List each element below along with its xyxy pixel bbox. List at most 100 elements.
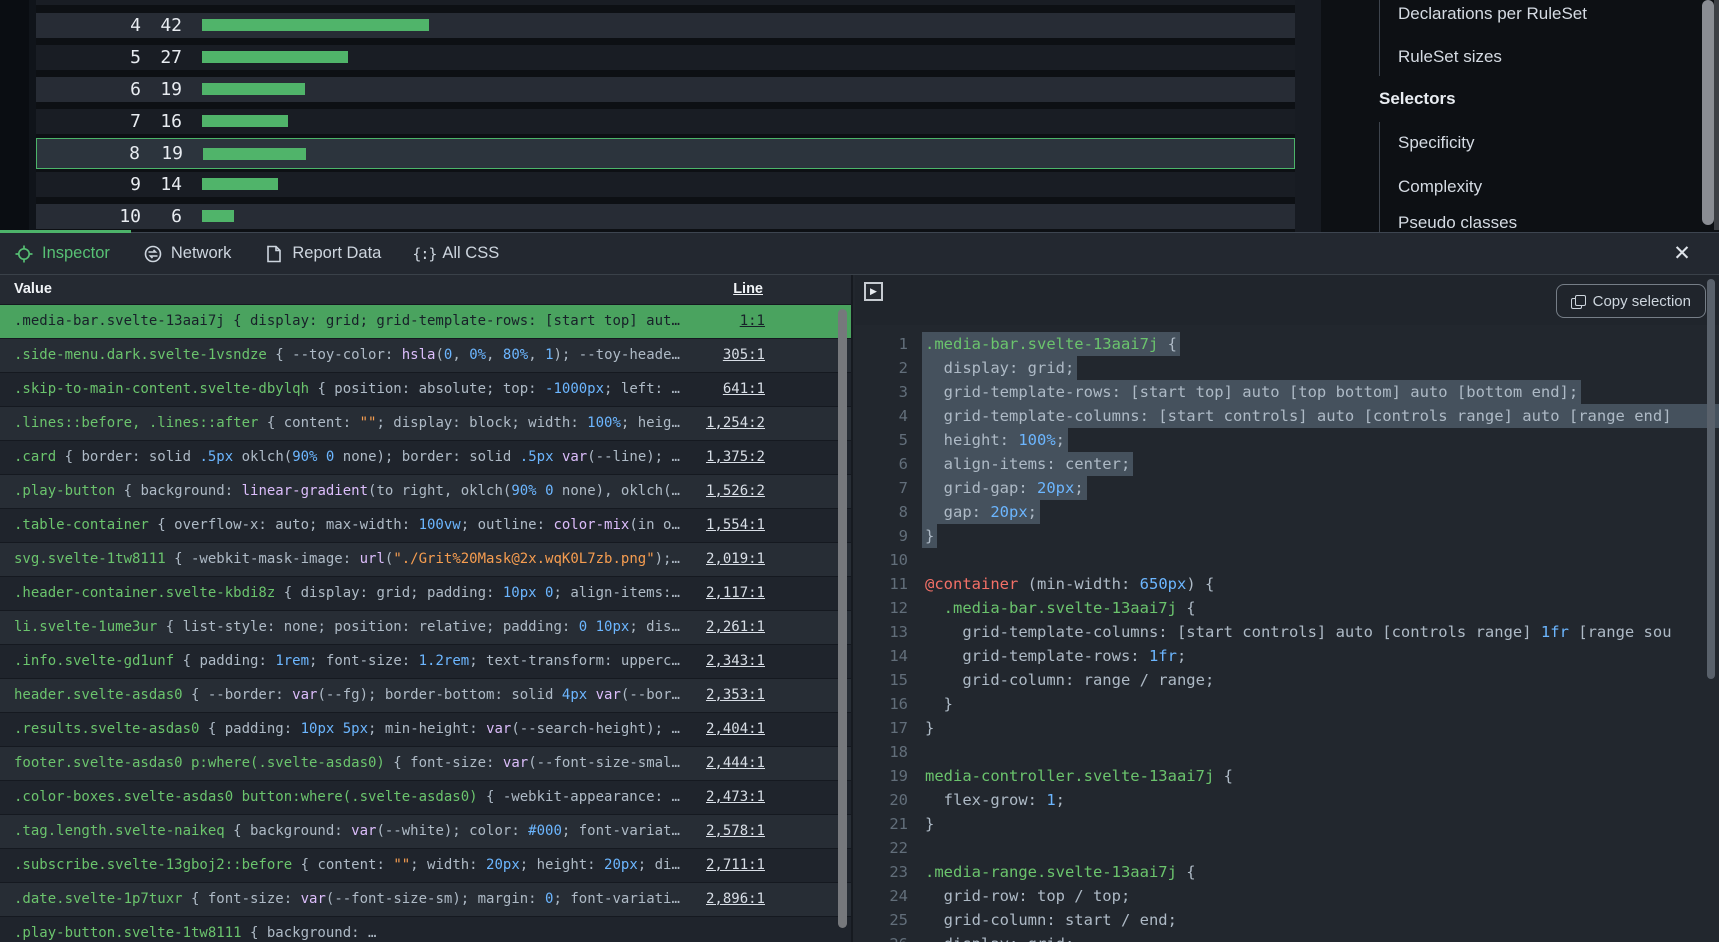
- code-token: .subscribe.svelte-13gboj2::before: [14, 857, 292, 873]
- table-row[interactable]: .date.svelte-1p7tuxr { font-size: var(--…: [0, 883, 851, 917]
- table-row[interactable]: .media-bar.svelte-13aai7j { display: gri…: [0, 305, 851, 339]
- toggle-sidebar-icon[interactable]: ▶: [864, 282, 883, 301]
- chart-row[interactable]: 106: [36, 204, 1295, 229]
- table-row[interactable]: .info.svelte-gd1unf { padding: 1rem; fon…: [0, 645, 851, 679]
- rule-preview: .info.svelte-gd1unf { padding: 1rem; fon…: [14, 645, 765, 678]
- row-bar: [203, 148, 306, 160]
- chart-row[interactable]: 716: [36, 109, 1295, 134]
- code-token: footer.svelte-asdas0 p:where(.svelte-asd…: [14, 755, 385, 771]
- line-link[interactable]: 1,254:2: [706, 407, 765, 440]
- line-link[interactable]: 641:1: [723, 373, 765, 406]
- line-link[interactable]: 2,353:1: [706, 679, 765, 712]
- line-link[interactable]: 2,117:1: [706, 577, 765, 610]
- line-number[interactable]: 5: [855, 428, 908, 452]
- chart-row[interactable]: 527: [36, 45, 1295, 70]
- table-row[interactable]: .table-container { overflow-x: auto; max…: [0, 509, 851, 543]
- table-row[interactable]: .play-button { background: linear-gradie…: [0, 475, 851, 509]
- table-row[interactable]: .skip-to-main-content.svelte-dbylqh { po…: [0, 373, 851, 407]
- tab-inspector[interactable]: Inspector: [15, 244, 110, 263]
- line-number[interactable]: 19: [855, 764, 908, 788]
- table-row[interactable]: svg.svelte-1tw8111 { -webkit-mask-image:…: [0, 543, 851, 577]
- line-number[interactable]: 3: [855, 380, 908, 404]
- line-link[interactable]: 1:1: [740, 305, 765, 338]
- line-number[interactable]: 17: [855, 716, 908, 740]
- chart-row[interactable]: 819: [36, 138, 1295, 169]
- line-link[interactable]: 1,526:2: [706, 475, 765, 508]
- line-number[interactable]: 24: [855, 884, 908, 908]
- line-link[interactable]: 2,578:1: [706, 815, 765, 848]
- line-link[interactable]: 1,554:1: [706, 509, 765, 542]
- row-count: 19: [112, 77, 182, 102]
- chart-row[interactable]: 442: [36, 13, 1295, 38]
- line-number[interactable]: 14: [855, 644, 908, 668]
- line-link[interactable]: 2,019:1: [706, 543, 765, 576]
- line-number[interactable]: 20: [855, 788, 908, 812]
- tab-report-data[interactable]: Report Data: [265, 244, 381, 263]
- line-number[interactable]: 18: [855, 740, 908, 764]
- table-row[interactable]: .color-boxes.svelte-asdas0 button:where(…: [0, 781, 851, 815]
- table-row[interactable]: li.svelte-1ume3ur { list-style: none; po…: [0, 611, 851, 645]
- chart-row[interactable]: 3: [36, 0, 1295, 5]
- sidebar-item-declarations-per-ruleset[interactable]: Declarations per RuleSet: [1398, 4, 1587, 24]
- sidebar-item-specificity[interactable]: Specificity: [1398, 133, 1475, 153]
- line-number[interactable]: 23: [855, 860, 908, 884]
- sidebar-item-pseudo-classes[interactable]: Pseudo classes: [1398, 213, 1517, 233]
- line-number[interactable]: 12: [855, 596, 908, 620]
- line-number[interactable]: 2: [855, 356, 908, 380]
- code-token: 1: [1046, 791, 1055, 809]
- table-row[interactable]: .results.svelte-asdas0 { padding: 10px 5…: [0, 713, 851, 747]
- table-row[interactable]: .tag.length.svelte-naikeq { background: …: [0, 815, 851, 849]
- table-row[interactable]: .header-container.svelte-kbdi8z { displa…: [0, 577, 851, 611]
- chart-row[interactable]: 914: [36, 172, 1295, 197]
- close-panel-button[interactable]: ✕: [1668, 239, 1696, 267]
- table-row[interactable]: .side-menu.dark.svelte-1vsndze { --toy-c…: [0, 339, 851, 373]
- line-number[interactable]: 25: [855, 908, 908, 932]
- line-link[interactable]: 2,404:1: [706, 713, 765, 746]
- line-number[interactable]: 26: [855, 932, 908, 942]
- table-row[interactable]: .lines::before, .lines::after { content:…: [0, 407, 851, 441]
- table-row[interactable]: .subscribe.svelte-13gboj2::before { cont…: [0, 849, 851, 883]
- line-link[interactable]: 1,375:2: [706, 441, 765, 474]
- line-link[interactable]: 305:1: [723, 339, 765, 372]
- page-scrollbar[interactable]: [1702, 0, 1714, 225]
- copy-selection-button[interactable]: Copy selection: [1556, 284, 1706, 318]
- table-scrollbar[interactable]: [838, 309, 847, 928]
- line-number[interactable]: 16: [855, 692, 908, 716]
- sidebar-group-heading[interactable]: Selectors: [1379, 89, 1456, 109]
- line-link[interactable]: 2,343:1: [706, 645, 765, 678]
- line-link[interactable]: 2,896:1: [706, 883, 765, 916]
- sidebar-item-ruleset-sizes[interactable]: RuleSet sizes: [1398, 47, 1502, 67]
- line-content: align-items: center;: [922, 452, 1133, 476]
- code-line: 22: [855, 836, 1719, 860]
- line-number[interactable]: 7: [855, 476, 908, 500]
- line-link[interactable]: 2,473:1: [706, 781, 765, 814]
- table-row[interactable]: footer.svelte-asdas0 p:where(.svelte-asd…: [0, 747, 851, 781]
- code-editor[interactable]: 1.media-bar.svelte-13aai7j {2 display: g…: [855, 325, 1719, 942]
- table-row[interactable]: header.svelte-asdas0 { --border: var(--f…: [0, 679, 851, 713]
- sidebar-item-complexity[interactable]: Complexity: [1398, 177, 1482, 197]
- line-link[interactable]: 2,444:1: [706, 747, 765, 780]
- line-number[interactable]: 22: [855, 836, 908, 860]
- line-number[interactable]: 9: [855, 524, 908, 548]
- line-number[interactable]: 1: [855, 332, 908, 356]
- line-link[interactable]: 2,711:1: [706, 849, 765, 882]
- line-number[interactable]: 4: [855, 404, 908, 428]
- line-number[interactable]: 13: [855, 620, 908, 644]
- line-number[interactable]: 8: [855, 500, 908, 524]
- code-token: (--line); …: [587, 449, 680, 465]
- line-number[interactable]: 15: [855, 668, 908, 692]
- line-number[interactable]: 11: [855, 572, 908, 596]
- line-link[interactable]: 2,261:1: [706, 611, 765, 644]
- table-row[interactable]: .card { border: solid .5px oklch(90% 0 n…: [0, 441, 851, 475]
- tab-all-css[interactable]: {:}All CSS: [415, 244, 499, 263]
- table-row[interactable]: .play-button.svelte-1tw8111 { background…: [0, 917, 851, 942]
- tab-network[interactable]: Network: [144, 244, 232, 263]
- code-token: ; font-variat…: [562, 823, 680, 839]
- line-number[interactable]: 6: [855, 452, 908, 476]
- line-column-header[interactable]: Line: [733, 281, 763, 297]
- code-token: {: [1177, 863, 1196, 881]
- code-scrollbar[interactable]: [1707, 279, 1715, 679]
- line-number[interactable]: 21: [855, 812, 908, 836]
- chart-row[interactable]: 619: [36, 77, 1295, 102]
- line-number[interactable]: 10: [855, 548, 908, 572]
